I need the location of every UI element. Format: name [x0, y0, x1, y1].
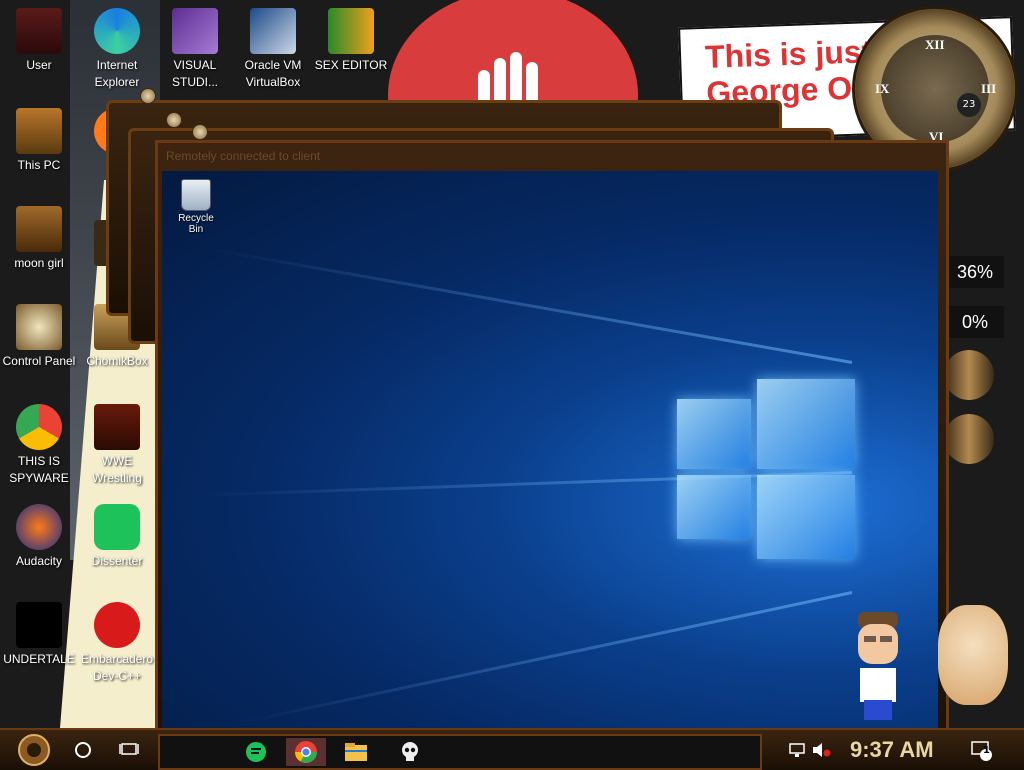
start-button[interactable]: [10, 730, 58, 770]
desktop-icon-visual-studio[interactable]: VISUAL STUDI...: [156, 8, 234, 91]
icon-label: SEX EDITOR: [314, 58, 388, 72]
icon-label: Embarcadero Dev-C++: [80, 652, 154, 683]
windows-logo-icon: [677, 379, 857, 559]
desktop-icon-audacity[interactable]: Audacity: [0, 504, 78, 570]
task-view-button[interactable]: [112, 730, 146, 770]
window-title: Remotely connected to client: [166, 149, 321, 163]
visual-studio-icon: [172, 8, 218, 54]
chrome-icon: [295, 741, 317, 763]
devcpp-icon: [94, 602, 140, 648]
light-beam: [235, 591, 853, 725]
remote-desktop-window[interactable]: Remotely connected to client Recycle Bin: [155, 140, 949, 728]
action-center-button[interactable]: 1: [966, 730, 996, 770]
clock-numeral-3: III: [981, 81, 997, 96]
icon-label: moon girl: [14, 256, 64, 270]
gauge-icon: [192, 124, 208, 140]
dissenter-icon: [94, 504, 140, 550]
notification-count: 1: [983, 745, 990, 756]
remote-desktop-screen[interactable]: Recycle Bin: [162, 171, 938, 728]
pipe-gauge-icon: [944, 350, 994, 400]
clock-numeral-9: IX: [875, 81, 890, 96]
lightbulb-icon: [16, 304, 62, 350]
desktop-icon-wwe[interactable]: WWE Wrestling: [78, 404, 156, 487]
desktop-icon-moon-girl[interactable]: moon girl: [0, 206, 78, 272]
icon-label: UNDERTALE: [3, 652, 75, 666]
desktop-icon-virtualbox[interactable]: Oracle VM VirtualBox: [234, 8, 312, 91]
wwe-icon: [94, 404, 140, 450]
desktop-icon-control-panel[interactable]: Control Panel: [0, 304, 78, 370]
search-button[interactable]: [66, 730, 100, 770]
audacity-icon: [16, 504, 62, 550]
desktop: This is just like George Orwell XII III …: [0, 0, 1024, 728]
dissenter-icon: [246, 742, 266, 762]
volume-tray-icon[interactable]: [810, 730, 832, 770]
task-view-icon: [119, 743, 139, 755]
pipe-gauge-icon: [944, 414, 994, 464]
taskbar-apps: [158, 734, 762, 770]
icon-label: VISUAL STUDI...: [171, 58, 218, 89]
icon-label: ChomikBox: [86, 354, 148, 368]
light-beam: [211, 248, 853, 364]
virtualbox-icon: [250, 8, 296, 54]
desktop-icon-user[interactable]: User: [0, 8, 78, 74]
recycle-bin-icon: [181, 179, 211, 211]
desktop-icon-this-pc[interactable]: This PC: [0, 108, 78, 174]
icon-label: THIS IS SPYWARE: [9, 454, 69, 485]
memory-meter: 0%: [942, 306, 1004, 338]
recycle-bin-desktop-icon[interactable]: Recycle Bin: [170, 179, 222, 235]
hex-editor-icon: [328, 8, 374, 54]
unity-icon: [16, 602, 62, 648]
taskbar-app-chrome[interactable]: [286, 738, 326, 766]
desktop-icon-internet-explorer[interactable]: Internet Explorer: [78, 8, 156, 91]
icon-label: User: [26, 58, 52, 72]
computer-icon: [16, 108, 62, 154]
cortana-icon: [75, 742, 91, 758]
edge-icon: [94, 8, 140, 54]
hank-hill-character: [858, 612, 898, 720]
taskbar-app-dissenter[interactable]: [236, 738, 276, 766]
icon-label: WWE Wrestling: [92, 454, 142, 485]
taskbar-app-skull[interactable]: [390, 738, 430, 766]
hand-icon: [478, 48, 548, 108]
hamster-character: [938, 605, 1008, 705]
icon-label: Dissenter: [91, 554, 143, 568]
chrome-icon: [16, 404, 62, 450]
desktop-icon-chrome-spyware[interactable]: THIS IS SPYWARE: [0, 404, 78, 487]
desktop-icon-devcpp[interactable]: Embarcadero Dev-C++: [78, 602, 156, 685]
speaker-muted-icon: [813, 743, 831, 757]
user-icon: [16, 8, 62, 54]
folder-icon: [345, 743, 367, 761]
gauge-icon: [166, 112, 182, 128]
folder-icon: [16, 206, 62, 252]
desktop-icon-undertale[interactable]: UNDERTALE: [0, 602, 78, 668]
icon-label: Oracle VM VirtualBox: [244, 58, 302, 89]
desktop-icon-hex-editor[interactable]: SEX EDITOR: [312, 8, 390, 74]
cpu-meter: 36%: [942, 256, 1004, 288]
icon-label: Control Panel: [2, 354, 76, 368]
icon-label: Internet Explorer: [94, 58, 140, 89]
icon-label: This PC: [17, 158, 61, 172]
icon-label: Audacity: [15, 554, 63, 568]
taskbar-app-file-explorer[interactable]: [336, 738, 376, 766]
network-icon: [789, 743, 805, 757]
network-tray-icon[interactable]: [786, 730, 808, 770]
taskbar: 9:37 AM 1: [0, 728, 1024, 770]
taskbar-clock[interactable]: 9:37 AM: [850, 732, 934, 768]
desktop-icon-dissenter[interactable]: Dissenter: [78, 504, 156, 570]
clock-numeral-12: XII: [925, 37, 945, 52]
icon-label: Recycle Bin: [178, 213, 214, 235]
gauge-icon: [140, 88, 156, 104]
skull-icon: [402, 742, 418, 761]
clock-day: 23: [957, 93, 981, 117]
gear-icon: [18, 734, 50, 766]
